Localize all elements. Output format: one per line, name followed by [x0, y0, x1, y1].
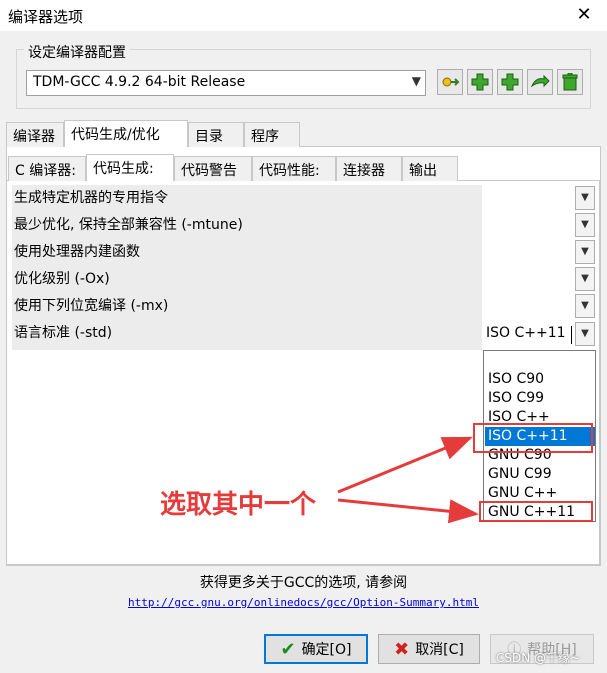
cancel-button[interactable]: ✖ 取消[C]: [378, 634, 480, 664]
subtab-codegen[interactable]: 代码生成:: [86, 154, 174, 181]
arrow-to-gnu-cxx11: [337, 498, 479, 524]
watermark: CSDN @千缘~: [496, 651, 581, 665]
annotation-text: 选取其中一个: [160, 490, 317, 520]
ok-button[interactable]: ✔ 确定[O]: [264, 634, 368, 664]
more-info-text: 获得更多关于GCC的选项, 请参阅: [199, 575, 408, 591]
gcc-options-link[interactable]: http://gcc.gnu.org/onlinedocs/gcc/Option…: [0, 596, 607, 609]
cancel-button-label: 取消[C]: [415, 642, 464, 658]
arrow-to-iso-cxx11: [337, 436, 473, 494]
check-icon: ✔: [280, 638, 296, 660]
tab-codegen-optimize[interactable]: 代码生成/优化: [64, 120, 188, 147]
cancel-x-icon: ✖: [394, 638, 410, 660]
ok-button-label: 确定[O]: [301, 642, 352, 658]
